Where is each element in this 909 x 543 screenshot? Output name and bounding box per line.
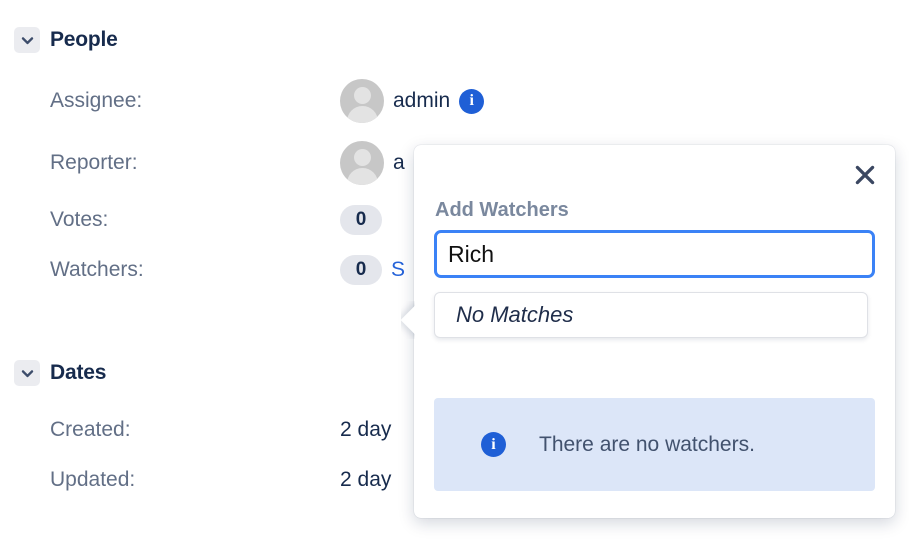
issue-detail-panel: People Assignee: admin i Reporter: a Vot… bbox=[0, 0, 909, 543]
info-icon[interactable]: i bbox=[459, 88, 485, 114]
info-icon: i bbox=[481, 432, 506, 457]
popup-title: Add Watchers bbox=[435, 199, 569, 221]
field-value-votes: 0 bbox=[340, 205, 382, 235]
field-label-votes: Votes: bbox=[50, 208, 109, 231]
assignee-name: admin bbox=[393, 89, 451, 112]
field-label-updated: Updated: bbox=[50, 468, 136, 491]
field-row-assignee: Assignee: admin i bbox=[50, 79, 570, 123]
chevron-down-icon[interactable] bbox=[14, 27, 40, 53]
watchers-suggestion-dropdown[interactable]: No Matches bbox=[434, 292, 868, 338]
avatar bbox=[340, 141, 384, 185]
field-label-created: Created: bbox=[50, 418, 131, 441]
add-watchers-input[interactable] bbox=[434, 230, 875, 278]
field-label-reporter: Reporter: bbox=[50, 151, 138, 174]
no-watchers-banner: i There are no watchers. bbox=[434, 398, 875, 491]
field-value-watchers: 0 S bbox=[340, 255, 405, 285]
field-value-assignee: admin i bbox=[340, 79, 485, 123]
section-title-people: People bbox=[50, 28, 118, 51]
reporter-name: a bbox=[393, 151, 405, 174]
dropdown-option-no-matches[interactable]: No Matches bbox=[435, 302, 573, 328]
section-header-people[interactable]: People bbox=[14, 27, 118, 53]
field-label-assignee: Assignee: bbox=[50, 89, 143, 112]
field-value-reporter: a bbox=[340, 141, 405, 185]
section-title-dates: Dates bbox=[50, 361, 107, 384]
add-watchers-popup: Add Watchers No Matches i There are no w… bbox=[414, 145, 895, 518]
updated-value: 2 day bbox=[340, 468, 392, 491]
avatar bbox=[340, 79, 384, 123]
popup-pointer bbox=[401, 301, 415, 339]
watchers-count-badge: 0 bbox=[340, 255, 382, 285]
chevron-down-icon[interactable] bbox=[14, 360, 40, 386]
field-label-watchers: Watchers: bbox=[50, 258, 144, 281]
no-watchers-message: There are no watchers. bbox=[539, 432, 755, 456]
section-header-dates[interactable]: Dates bbox=[14, 360, 106, 386]
created-value: 2 day bbox=[340, 418, 392, 441]
close-icon[interactable] bbox=[849, 159, 881, 191]
votes-count-badge: 0 bbox=[340, 205, 382, 235]
start-watching-link[interactable]: S bbox=[391, 258, 405, 282]
